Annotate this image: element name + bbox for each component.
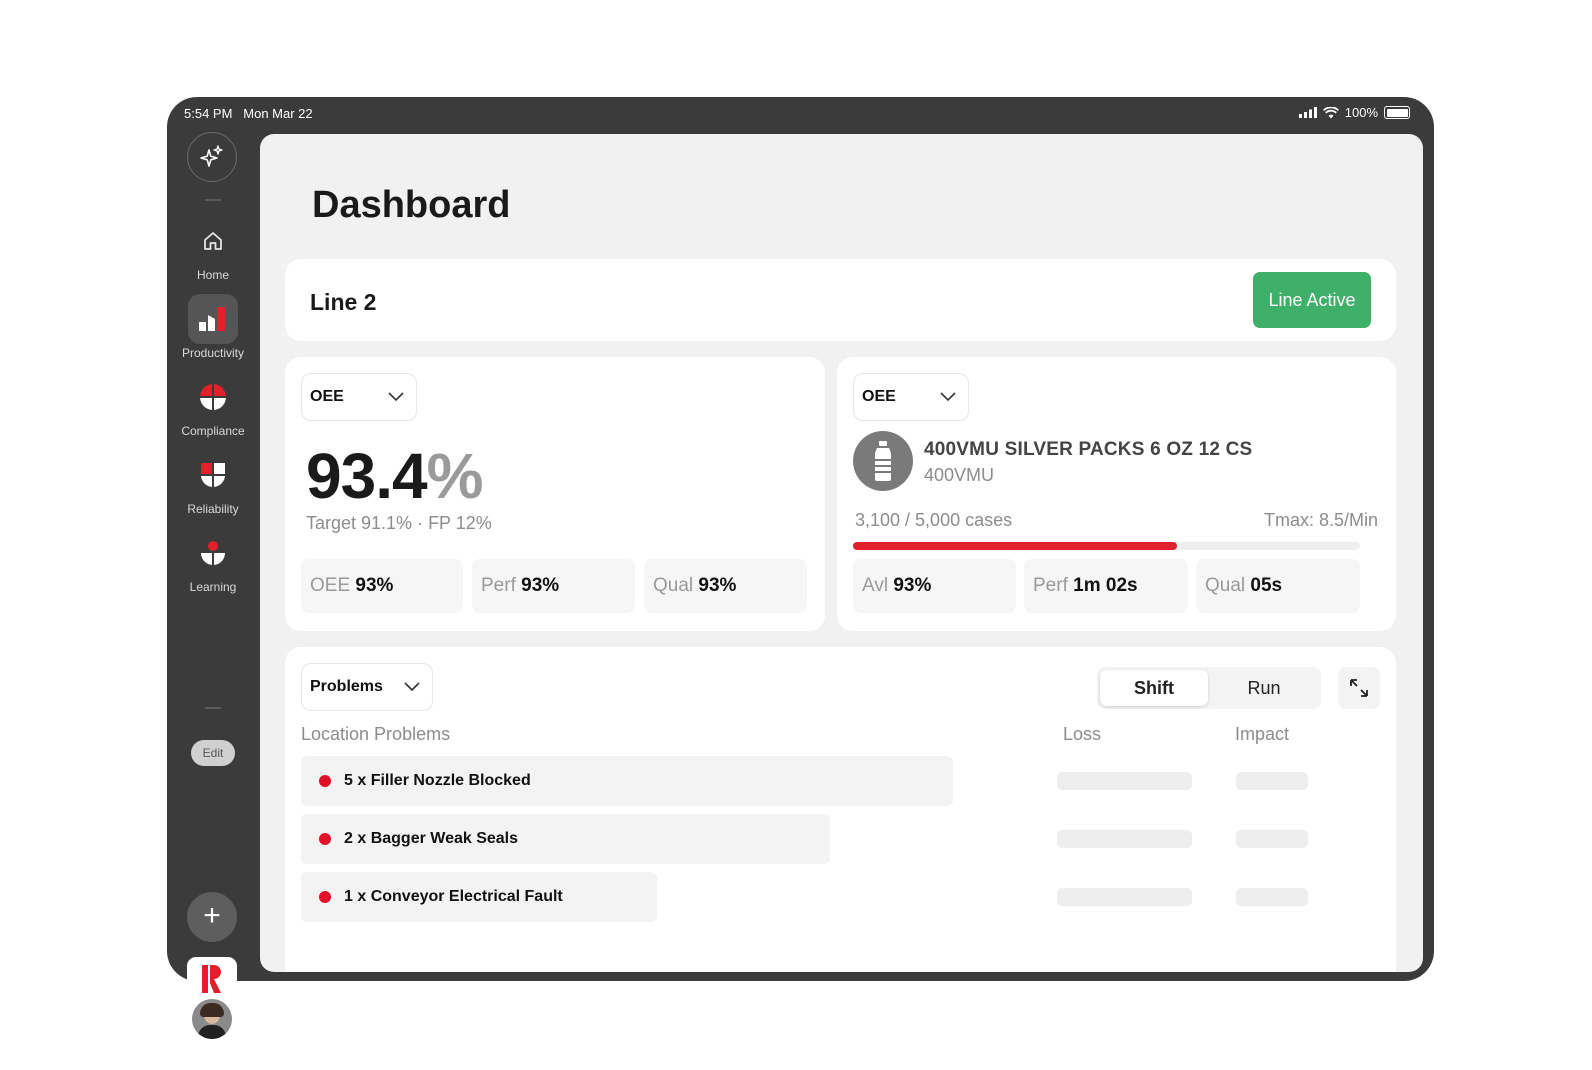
loss-placeholder — [1057, 772, 1192, 790]
problem-row[interactable]: 2 x Bagger Weak Seals — [301, 814, 830, 864]
metric-oee: OEE 93% — [301, 559, 463, 613]
alert-dot — [319, 775, 331, 787]
chevron-down-icon — [388, 392, 404, 402]
progress-fill — [853, 542, 1178, 550]
sidebar-divider — [205, 707, 221, 709]
bottle-icon — [853, 431, 913, 491]
column-location-problems: Location Problems — [301, 724, 451, 744]
problem-label: 5 x Filler Nozzle Blocked — [344, 772, 531, 789]
sidebar-item-label: Compliance — [181, 424, 245, 438]
sidebar-item-learning[interactable]: Learning — [167, 528, 259, 594]
loss-placeholder — [1057, 888, 1192, 906]
column-impact: Impact — [1235, 724, 1290, 744]
page-title: Dashboard — [312, 184, 511, 226]
brand-logo — [202, 965, 221, 993]
edit-button[interactable]: Edit — [191, 740, 235, 766]
product-code: 400VMU — [924, 465, 995, 485]
battery-percent: 100% — [1344, 105, 1378, 120]
sidebar-item-home[interactable]: Home — [167, 216, 259, 282]
dropdown-label: OEE — [310, 388, 344, 405]
line-header-card: Line 2 Line Active — [285, 259, 1396, 341]
learning-icon — [188, 528, 238, 578]
sidebar: Home Productivity Compliance Reliability… — [167, 132, 259, 1043]
metric-avl: Avl 93% — [853, 559, 1016, 613]
metric-perf: Perf 93% — [472, 559, 635, 613]
sidebar-item-label: Learning — [189, 580, 237, 594]
problems-dropdown[interactable]: Problems — [301, 663, 433, 711]
productivity-icon — [188, 294, 238, 344]
sparkle-icon — [200, 145, 223, 167]
sidebar-item-label: Productivity — [181, 346, 245, 360]
profile-card[interactable] — [187, 957, 237, 1043]
impact-placeholder — [1236, 888, 1308, 906]
alert-dot — [319, 891, 331, 903]
loss-placeholder — [1057, 830, 1192, 848]
problem-row[interactable]: 5 x Filler Nozzle Blocked — [301, 756, 953, 806]
chevron-down-icon — [940, 392, 956, 402]
battery-icon — [1384, 106, 1410, 119]
expand-icon — [1350, 679, 1368, 697]
status-time: 5:54 PM Mon Mar 22 — [184, 106, 313, 121]
oee-dropdown[interactable]: OEE — [301, 373, 417, 421]
chevron-down-icon — [404, 682, 420, 692]
home-icon — [188, 216, 238, 266]
reliability-icon — [188, 450, 238, 500]
problem-label: 1 x Conveyor Electrical Fault — [344, 888, 563, 905]
sidebar-item-productivity[interactable]: Productivity — [167, 294, 259, 360]
tmax-rate: Tmax: 8.5/Min — [1263, 510, 1378, 530]
sidebar-item-reliability[interactable]: Reliability — [167, 450, 259, 516]
problem-row[interactable]: 1 x Conveyor Electrical Fault — [301, 872, 657, 922]
column-loss: Loss — [1063, 724, 1102, 744]
sidebar-item-compliance[interactable]: Compliance — [167, 372, 259, 438]
plus-icon: + — [203, 899, 221, 932]
sidebar-item-label: Reliability — [187, 502, 239, 516]
impact-placeholder — [1236, 830, 1308, 848]
expand-button[interactable] — [1338, 667, 1380, 709]
dropdown-label: Problems — [310, 678, 383, 695]
dropdown-label: OEE — [862, 388, 896, 405]
add-button[interactable]: + — [187, 892, 237, 942]
oee-value: 93.4% — [306, 440, 483, 512]
status-indicators: 100% — [1298, 105, 1410, 120]
metric-qual: Qual 05s — [1196, 559, 1360, 613]
production-progress — [853, 542, 1360, 550]
status-bar: 5:54 PM Mon Mar 22 100% — [167, 97, 1434, 133]
shift-run-toggle: Shift Run — [1097, 667, 1321, 709]
alert-dot — [319, 833, 331, 845]
impact-placeholder — [1236, 772, 1308, 790]
product-oee-dropdown[interactable]: OEE — [853, 373, 969, 421]
line-active-button[interactable]: Line Active — [1253, 272, 1371, 328]
problem-label: 2 x Bagger Weak Seals — [344, 830, 519, 847]
line-name: Line 2 — [310, 289, 377, 315]
segment-run[interactable]: Run — [1210, 670, 1318, 706]
wifi-icon — [1322, 106, 1339, 118]
metric-qual: Qual 93% — [644, 559, 807, 613]
oee-target-text: Target 91.1% · FP 12% — [306, 513, 492, 533]
sidebar-item-label: Home — [196, 268, 229, 282]
avatar[interactable] — [192, 999, 232, 1039]
main-content: Dashboard Line 2 Line Active OEE 93.4% T… — [260, 134, 1423, 972]
segment-shift[interactable]: Shift — [1100, 670, 1208, 706]
oee-card: OEE 93.4% Target 91.1% · FP 12% OEE 93% … — [285, 357, 825, 631]
product-name: 400VMU SILVER PACKS 6 OZ 12 CS — [924, 439, 1253, 460]
signal-icon — [1298, 107, 1317, 118]
problems-card: Problems Shift Run Location Problems Los… — [285, 647, 1396, 972]
cases-count: 3,100 / 5,000 cases — [855, 510, 1013, 530]
ai-assistant-button[interactable] — [187, 132, 237, 182]
product-card: OEE 400VMU SILVER PACKS 6 OZ 12 CS 400VM… — [837, 357, 1396, 631]
metric-perf: Perf 1m 02s — [1024, 559, 1188, 613]
compliance-icon — [188, 372, 238, 422]
sidebar-divider — [205, 199, 221, 201]
